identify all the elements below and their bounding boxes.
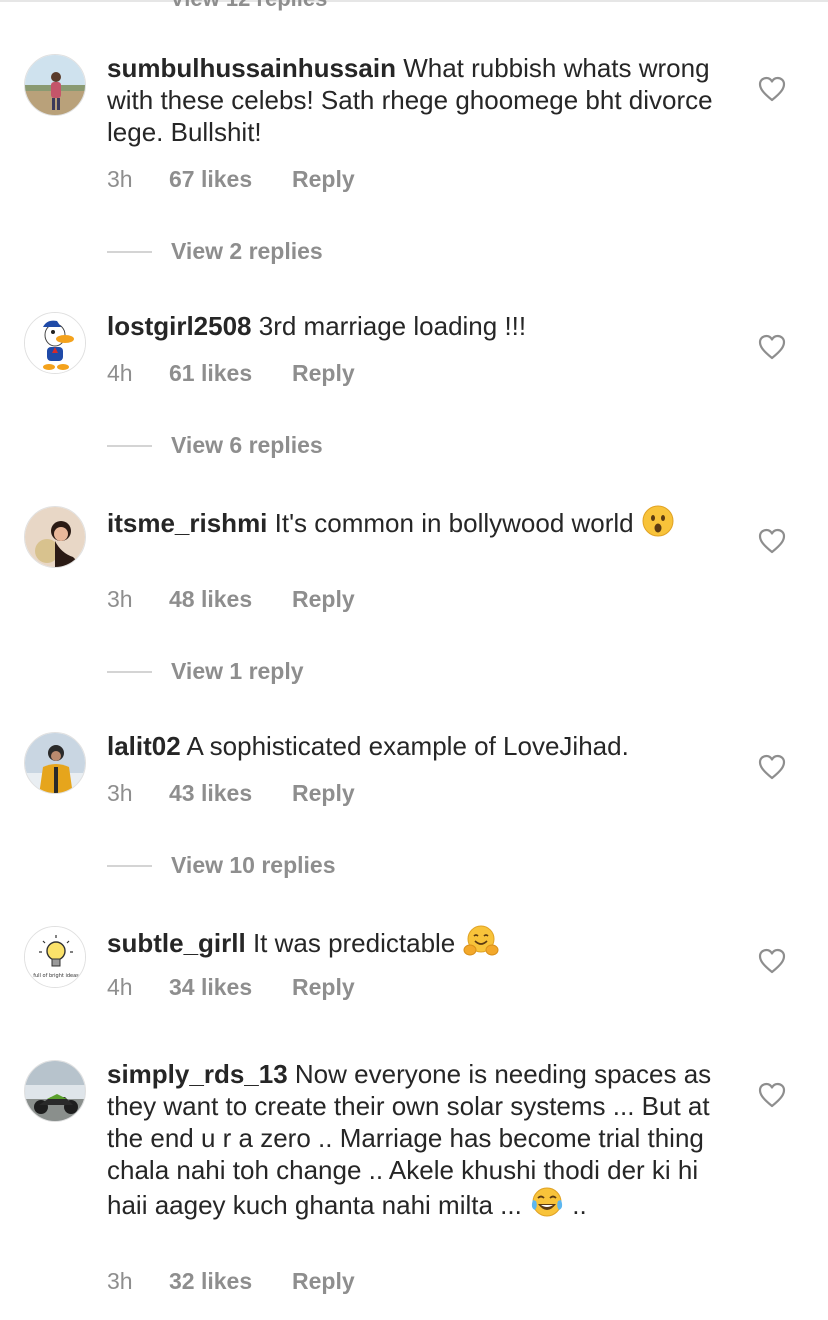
comment-likes[interactable]: 61 likes: [169, 360, 292, 387]
avatar[interactable]: [24, 1060, 86, 1122]
reply-button[interactable]: Reply: [292, 586, 355, 613]
heart-icon[interactable]: [758, 528, 786, 554]
comment-username[interactable]: itsme_rishmi: [107, 508, 267, 538]
avatar[interactable]: [24, 732, 86, 794]
comment-body: It was predictable: [252, 928, 456, 958]
replies-divider-line: [107, 864, 152, 867]
heart-icon[interactable]: [758, 754, 786, 780]
comment-time: 3h: [107, 780, 133, 806]
comment-text: subtle_girll It was predictable: [107, 924, 717, 965]
view-replies-button[interactable]: View 1 reply: [107, 658, 304, 685]
reply-button[interactable]: Reply: [292, 974, 355, 1001]
comment-username[interactable]: sumbulhussainhussain: [107, 53, 396, 83]
comment-username[interactable]: lostgirl2508: [107, 311, 252, 341]
comment-likes[interactable]: 48 likes: [169, 586, 292, 613]
view-replies-button[interactable]: View 10 replies: [107, 852, 336, 879]
comment-meta: 4h 61 likes Reply: [107, 360, 355, 387]
comment-username[interactable]: subtle_girll: [107, 928, 246, 958]
view-replies-label[interactable]: View 10 replies: [171, 852, 336, 879]
comment-time: 3h: [107, 1268, 133, 1294]
heart-icon[interactable]: [758, 334, 786, 360]
comment-username[interactable]: lalit02: [107, 731, 181, 761]
reply-button[interactable]: Reply: [292, 166, 355, 193]
replies-divider-line: [107, 444, 152, 447]
view-replies-button[interactable]: View 6 replies: [107, 432, 323, 459]
avatar-caption: full of bright ideas: [33, 973, 79, 979]
avatar[interactable]: [24, 54, 86, 116]
comment-body: 3rd marriage loading !!!: [258, 311, 527, 341]
reply-button[interactable]: Reply: [292, 1268, 355, 1295]
comment-likes[interactable]: 67 likes: [169, 166, 292, 193]
comment-text: simply_rds_13 Now everyone is needing sp…: [107, 1058, 717, 1227]
heart-icon[interactable]: [758, 1082, 786, 1108]
reply-button[interactable]: Reply: [292, 780, 355, 807]
comment-text: sumbulhussainhussain What rubbish whats …: [107, 52, 717, 148]
replies-divider-line: [107, 670, 152, 673]
comment-time: 3h: [107, 586, 133, 612]
view-replies-label[interactable]: View 1 reply: [171, 658, 304, 685]
comment-likes[interactable]: 32 likes: [169, 1268, 292, 1295]
comment-time: 4h: [107, 974, 133, 1000]
comment-text: itsme_rishmi It's common in bollywood wo…: [107, 504, 717, 545]
comment-time: 4h: [107, 360, 133, 386]
comment-body: It's common in bollywood world: [274, 508, 634, 538]
comment-username[interactable]: simply_rds_13: [107, 1059, 288, 1089]
comment-body-tail: ..: [572, 1190, 587, 1220]
comment-meta: 3h 32 likes Reply: [107, 1268, 355, 1295]
view-replies-cutoff[interactable]: View 12 replies: [170, 0, 327, 12]
tears-of-joy-emoji-icon: [529, 1186, 565, 1227]
view-replies-label[interactable]: View 6 replies: [171, 432, 323, 459]
replies-divider-line: [107, 250, 152, 253]
comment-time: 3h: [107, 166, 133, 192]
hugging-face-emoji-icon: [463, 924, 499, 965]
top-divider: [0, 0, 828, 2]
comment-likes[interactable]: 43 likes: [169, 780, 292, 807]
avatar[interactable]: [24, 506, 86, 568]
comment-meta: 3h 67 likes Reply: [107, 166, 355, 193]
heart-icon[interactable]: [758, 948, 786, 974]
comment-meta: 3h 43 likes Reply: [107, 780, 355, 807]
heart-icon[interactable]: [758, 76, 786, 102]
comment-meta: 4h 34 likes Reply: [107, 974, 355, 1001]
avatar[interactable]: full of bright ideas: [24, 926, 86, 988]
comment-likes[interactable]: 34 likes: [169, 974, 292, 1001]
view-replies-label[interactable]: View 2 replies: [171, 238, 323, 265]
comment-text: lalit02 A sophisticated example of LoveJ…: [107, 730, 717, 762]
reply-button[interactable]: Reply: [292, 360, 355, 387]
comment-meta: 3h 48 likes Reply: [107, 586, 355, 613]
comment-body: A sophisticated example of LoveJihad.: [186, 731, 629, 761]
view-replies-button[interactable]: View 2 replies: [107, 238, 323, 265]
hushed-face-emoji-icon: [641, 504, 675, 545]
avatar[interactable]: [24, 312, 86, 374]
comment-text: lostgirl2508 3rd marriage loading !!!: [107, 310, 717, 342]
